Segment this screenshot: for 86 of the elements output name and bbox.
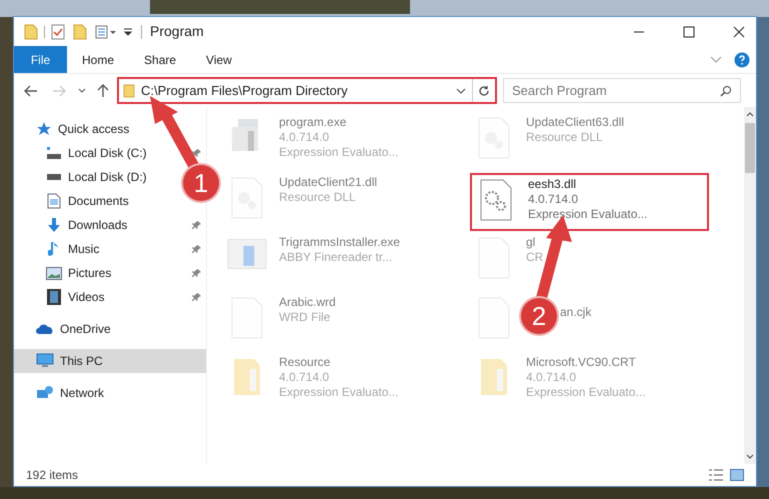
- file-tile[interactable]: eesh3.dll 4.0.714.0 Expression Evaluato...: [470, 173, 709, 231]
- close-icon[interactable]: [733, 26, 745, 38]
- chevron-down-icon[interactable]: [78, 88, 86, 94]
- network-icon: [36, 385, 54, 401]
- dropdown-icon[interactable]: [123, 26, 133, 36]
- cloud-icon: [36, 323, 54, 335]
- pin-icon[interactable]: [192, 292, 202, 302]
- drive-icon: [46, 146, 62, 160]
- file-tab[interactable]: File: [14, 46, 67, 73]
- file-name: TrigrammsInstaller.exe: [279, 235, 400, 250]
- pin-icon[interactable]: [192, 268, 202, 278]
- sidebar-item[interactable]: Quick access: [14, 117, 206, 141]
- download-arrow-icon: [46, 217, 62, 233]
- pin-icon[interactable]: [192, 220, 202, 230]
- star-icon: [36, 121, 52, 137]
- ribbon-tab[interactable]: View: [191, 46, 247, 73]
- up-arrow-icon[interactable]: [97, 84, 109, 98]
- help-icon[interactable]: [734, 52, 750, 68]
- sidebar-item[interactable]: This PC: [14, 349, 206, 373]
- music-note-icon: [48, 241, 60, 257]
- search-icon: [720, 84, 732, 96]
- refresh-icon[interactable]: [478, 84, 490, 96]
- details-view-icon[interactable]: [708, 468, 724, 482]
- file-detail: CR: [526, 250, 544, 265]
- file-detail: WRD File: [279, 310, 332, 325]
- file-name: Microsoft.VC90.CRT: [526, 355, 637, 370]
- drive-icon: [46, 174, 62, 180]
- address-field[interactable]: C:\Program Files\Program Directory: [117, 77, 497, 104]
- window-title: Program: [150, 22, 204, 41]
- file-name: program.exe: [279, 115, 348, 130]
- folder-icon: [123, 84, 135, 98]
- gear-file-icon: [480, 179, 512, 221]
- sidebar-item[interactable]: Local Disk (D:): [46, 168, 147, 186]
- maximize-icon[interactable]: [683, 26, 695, 38]
- file-name: eesh3.dll: [528, 177, 578, 192]
- file-detail: Resource DLL: [526, 130, 604, 145]
- ribbon-tab[interactable]: Home: [67, 46, 130, 73]
- file-detail: Expression Evaluato...: [526, 385, 646, 400]
- scroll-down-icon[interactable]: [746, 454, 754, 460]
- file-detail: 4.0.714.0: [528, 192, 580, 207]
- file-detail: 4.0.714.0: [279, 130, 330, 145]
- film-icon: [47, 289, 61, 305]
- file-name: UpdateClient21.dll: [279, 175, 378, 190]
- window-icon: [227, 237, 267, 271]
- file-detail: Resource DLL: [279, 190, 357, 205]
- thumbnail-view-icon[interactable]: [730, 469, 744, 481]
- file-detail: 4.0.714.0: [279, 370, 330, 385]
- file-name: an.cjk: [560, 305, 592, 320]
- monitor-icon: [36, 353, 54, 369]
- back-arrow-icon[interactable]: [24, 84, 38, 96]
- file-name: Arabic.wrd: [279, 295, 336, 310]
- sidebar-item[interactable]: Music: [46, 240, 100, 258]
- search-input[interactable]: Search Program: [512, 80, 720, 100]
- sidebar-item[interactable]: Network: [14, 381, 206, 405]
- sidebar-item[interactable]: Pictures: [46, 264, 112, 282]
- file-detail: Expression Evaluato...: [279, 145, 398, 160]
- file-detail: ABBY Finereader tr...: [279, 250, 394, 265]
- folder-icon[interactable]: [73, 24, 87, 40]
- folder-icon: [232, 357, 262, 397]
- folder-icon: [479, 357, 509, 397]
- folder-icon[interactable]: [24, 24, 38, 40]
- chevron-down-icon[interactable]: [456, 88, 466, 94]
- picture-icon: [46, 266, 62, 280]
- sidebar-item[interactable]: Local Disk (C:): [46, 144, 147, 162]
- address-path: C:\Program Files\Program Directory: [141, 82, 348, 100]
- sidebar-item[interactable]: OneDrive: [14, 317, 206, 341]
- file-name: UpdateClient63.dll: [526, 115, 624, 130]
- sidebar-item[interactable]: Documents: [46, 192, 129, 210]
- ribbon-tab[interactable]: Share: [129, 46, 192, 73]
- file-detail: Expression Evaluato...: [528, 207, 648, 222]
- file-detail: 4.0.714.0: [526, 370, 578, 385]
- search-field[interactable]: Search Program: [503, 78, 741, 103]
- scroll-up-icon[interactable]: [746, 111, 754, 117]
- file-name: gl: [526, 235, 536, 250]
- scrollbar[interactable]: [744, 107, 756, 464]
- pin-icon[interactable]: [192, 244, 202, 254]
- sidebar-item[interactable]: Downloads: [46, 216, 128, 234]
- document-icon: [47, 193, 61, 209]
- scroll-thumb[interactable]: [745, 123, 755, 173]
- properties-icon[interactable]: [95, 24, 117, 38]
- checklist-icon[interactable]: [51, 24, 65, 40]
- pin-icon[interactable]: [192, 148, 202, 158]
- item-count: 192 items: [26, 467, 78, 484]
- sidebar-item[interactable]: Videos: [46, 288, 104, 306]
- file-detail: Expression Evaluato...: [279, 385, 398, 400]
- file-name: Resource: [279, 355, 332, 370]
